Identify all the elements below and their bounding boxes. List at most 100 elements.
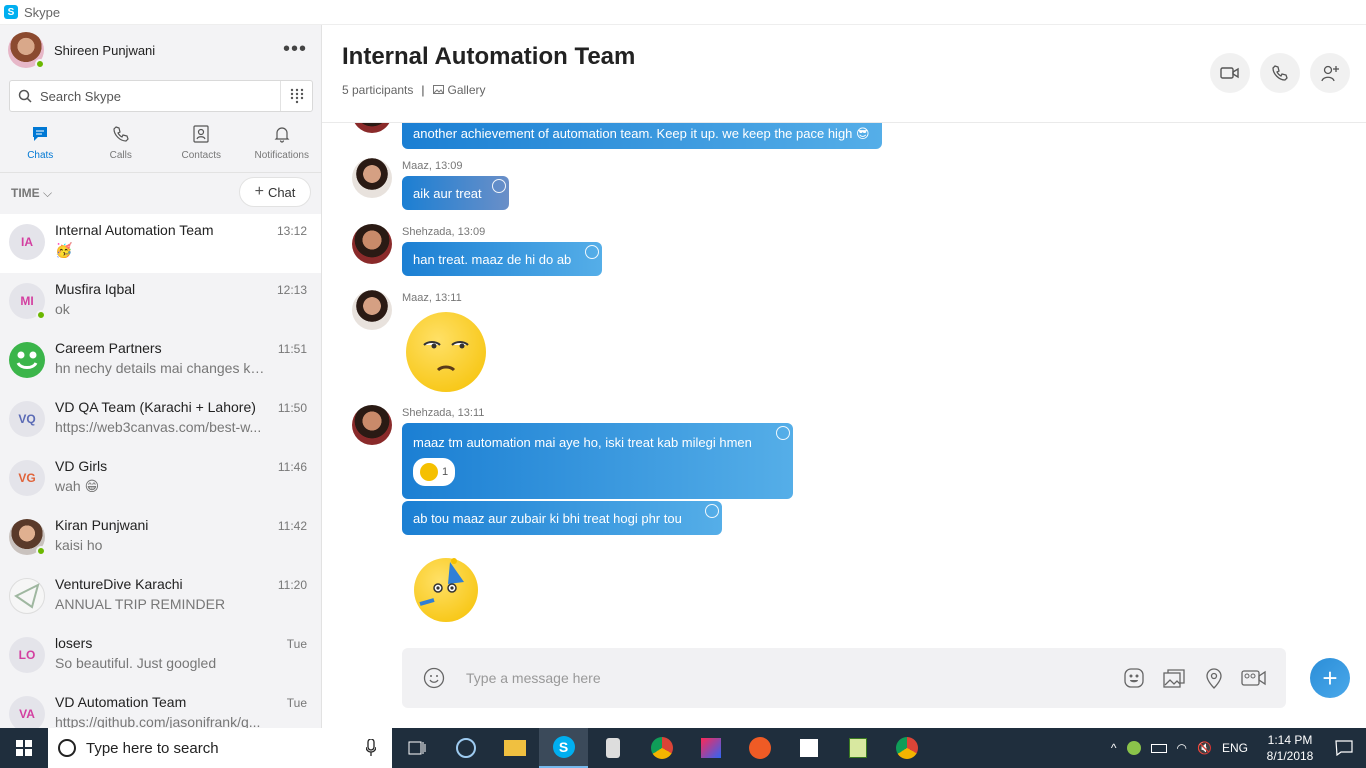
sender-avatar[interactable] (352, 290, 392, 330)
party-emoji-icon[interactable] (414, 558, 478, 622)
chat-list-item[interactable]: LO losers So beautiful. Just googled Tue (0, 627, 321, 686)
chat-time: 11:46 (277, 460, 307, 474)
video-message-icon[interactable] (1234, 669, 1274, 687)
sender-avatar[interactable] (352, 123, 392, 133)
chat-preview: wah 😁 (55, 478, 100, 494)
unamused-emoji-icon[interactable] (406, 312, 486, 392)
file-explorer-icon[interactable] (490, 728, 539, 768)
add-content-button[interactable]: + (1310, 658, 1350, 698)
search-input[interactable]: Search Skype (40, 89, 280, 104)
volume-muted-icon[interactable]: 🔇 (1197, 741, 1212, 755)
add-participant-button[interactable] (1310, 53, 1350, 93)
message-bubble[interactable]: han treat. maaz de hi do ab (402, 242, 602, 276)
location-pin-icon[interactable] (1194, 667, 1234, 689)
search-box[interactable]: Search Skype (9, 80, 313, 112)
add-reaction-icon[interactable] (776, 426, 790, 440)
chrome-icon-2[interactable] (882, 728, 931, 768)
action-center-icon[interactable] (1322, 740, 1366, 756)
nav-notifications[interactable]: Notifications (242, 122, 322, 168)
message-bubble[interactable]: another achievement of automation team. … (402, 123, 882, 149)
sticky-notes-icon[interactable] (784, 728, 833, 768)
participants-link[interactable]: 5 participants (342, 83, 413, 97)
start-button[interactable] (0, 728, 48, 768)
add-reaction-icon[interactable] (705, 504, 719, 518)
spreadsheet-icon[interactable] (833, 728, 882, 768)
dialpad-icon[interactable] (280, 81, 312, 111)
chat-list-item[interactable]: IA Internal Automation Team 🥳 13:12 (0, 214, 321, 273)
meta-separator: | (421, 83, 425, 97)
nav-chats[interactable]: Chats (0, 122, 81, 168)
conversation-title[interactable]: Internal Automation Team (342, 43, 635, 71)
search-icon (10, 89, 40, 103)
task-view-icon[interactable] (392, 728, 441, 768)
chat-name: VD QA Team (Karachi + Lahore) (55, 399, 256, 415)
profile-avatar[interactable] (8, 32, 45, 69)
chat-list-item[interactable]: VG VD Girls wah 😁 11:46 (0, 450, 321, 509)
message-text: another achievement of automation team. … (413, 126, 870, 141)
nav-contacts[interactable]: Contacts (161, 122, 242, 168)
nav-calls[interactable]: Calls (81, 122, 162, 168)
more-options-icon[interactable]: ••• (283, 39, 307, 59)
add-person-icon (1321, 65, 1339, 82)
emoji-picker-icon[interactable] (414, 667, 454, 689)
taskbar-search-box[interactable]: Type here to search (48, 728, 392, 768)
chat-bubble-icon (31, 122, 49, 146)
skype-taskbar-icon[interactable]: S (539, 728, 588, 768)
gallery-link[interactable]: Gallery (432, 83, 486, 97)
sort-by-time-dropdown[interactable]: TIME ⌵ (11, 186, 52, 201)
taskbar-search-input[interactable]: Type here to search (86, 740, 219, 757)
bell-icon (273, 122, 291, 146)
phone-icon (112, 122, 130, 146)
plus-icon: + (254, 183, 264, 200)
message-input[interactable]: Type a message here (466, 670, 1114, 686)
sender-avatar[interactable] (352, 224, 392, 264)
message-meta: Maaz, 13:09 (402, 160, 463, 172)
chat-name: Kiran Punjwani (55, 517, 149, 533)
app-icon-network[interactable] (441, 728, 490, 768)
chat-list-item[interactable]: Kiran Punjwani kaisi ho 11:42 (0, 509, 321, 568)
chevron-down-icon: ⌵ (43, 186, 53, 200)
cortana-icon (58, 739, 76, 757)
add-reaction-icon[interactable] (585, 245, 599, 259)
chat-list-item[interactable]: Careem Partners hn nechy details mai cha… (0, 332, 321, 391)
sticker-icon[interactable] (1114, 667, 1154, 689)
postman-icon[interactable] (735, 728, 784, 768)
chat-preview: So beautiful. Just googled (55, 655, 217, 671)
intellij-icon[interactable] (686, 728, 735, 768)
chat-avatar: MI (9, 283, 46, 320)
message-list: another achievement of automation team. … (322, 123, 1366, 643)
conversation-meta: 5 participants | Gallery (342, 83, 486, 97)
microphone-icon[interactable] (365, 738, 377, 762)
add-reaction-icon[interactable] (492, 179, 506, 193)
audio-call-button[interactable] (1260, 53, 1300, 93)
tray-expand-icon[interactable]: ^ (1111, 741, 1117, 755)
chat-name: VD Girls (55, 458, 108, 474)
message-composer: Type a message here (402, 648, 1286, 708)
message-bubble[interactable]: maaz tm automation mai aye ho, iski trea… (402, 423, 793, 499)
language-indicator[interactable]: ENG (1222, 741, 1248, 755)
tray-app-icon[interactable] (1126, 741, 1141, 755)
chat-list-item[interactable]: VentureDive Karachi ANNUAL TRIP REMINDER… (0, 568, 321, 627)
message-bubble[interactable]: ab tou maaz aur zubair ki bhi treat hogi… (402, 501, 722, 535)
chrome-icon[interactable] (637, 728, 686, 768)
chat-list-item[interactable]: VQ VD QA Team (Karachi + Lahore) https:/… (0, 391, 321, 450)
wifi-icon[interactable]: ◠ (1177, 741, 1187, 755)
chat-time: 13:12 (276, 224, 307, 238)
chat-time: 11:20 (277, 578, 307, 592)
chat-list-item[interactable]: MI Musfira Iqbal ok 12:13 (0, 273, 321, 332)
reaction-chip[interactable]: 1 (413, 458, 455, 486)
battery-icon[interactable] (1150, 743, 1167, 753)
nav-chats-label: Chats (27, 150, 54, 161)
new-chat-button[interactable]: + Chat (239, 177, 311, 207)
chat-time: 11:51 (277, 342, 307, 356)
chat-preview: hn nechy details mai changes kr ... (55, 360, 265, 376)
media-gallery-icon[interactable] (1154, 667, 1194, 689)
chat-list-item[interactable]: VA VD Automation Team https://github.com… (0, 686, 321, 728)
clock[interactable]: 1:14 PM 8/1/2018 (1258, 732, 1322, 764)
database-app-icon[interactable] (588, 728, 637, 768)
profile-header[interactable]: Shireen Punjwani ••• (0, 25, 321, 75)
clock-time: 1:14 PM (1267, 733, 1313, 747)
sender-avatar[interactable] (352, 158, 392, 198)
sender-avatar[interactable] (352, 405, 392, 445)
video-call-button[interactable] (1210, 53, 1250, 93)
